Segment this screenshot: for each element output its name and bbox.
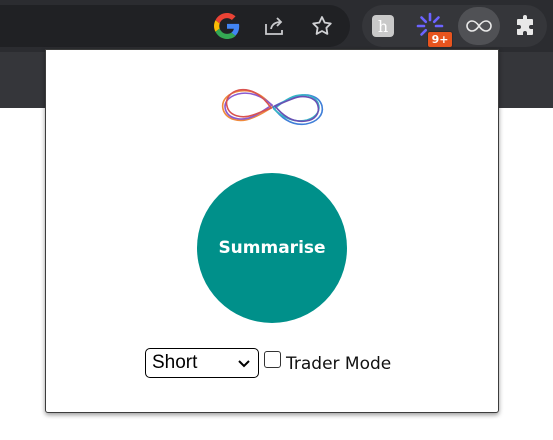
honey-extension-icon[interactable]: h [367,10,399,42]
summarise-button[interactable]: Summarise [197,173,347,323]
bookmark-star-icon[interactable] [306,10,338,42]
length-select[interactable]: Short [145,348,259,378]
chevron-down-icon [238,360,250,368]
extension-popup: Summarise Short Trader Mode [45,49,499,413]
browser-toolbar: h 9+ [0,0,553,52]
google-icon[interactable] [211,10,243,42]
extensions-puzzle-icon[interactable] [510,10,542,42]
length-select-value: Short [152,352,198,373]
address-bar[interactable] [0,5,350,47]
notification-badge: 9+ [427,31,453,48]
trader-mode-label: Trader Mode [286,354,392,374]
infinity-extension-icon[interactable] [463,10,495,42]
infinity-logo [218,82,328,132]
svg-text:h: h [378,17,388,36]
share-icon[interactable] [258,10,290,42]
options-row: Short Trader Mode [145,348,391,378]
trader-mode-checkbox[interactable] [264,350,281,368]
